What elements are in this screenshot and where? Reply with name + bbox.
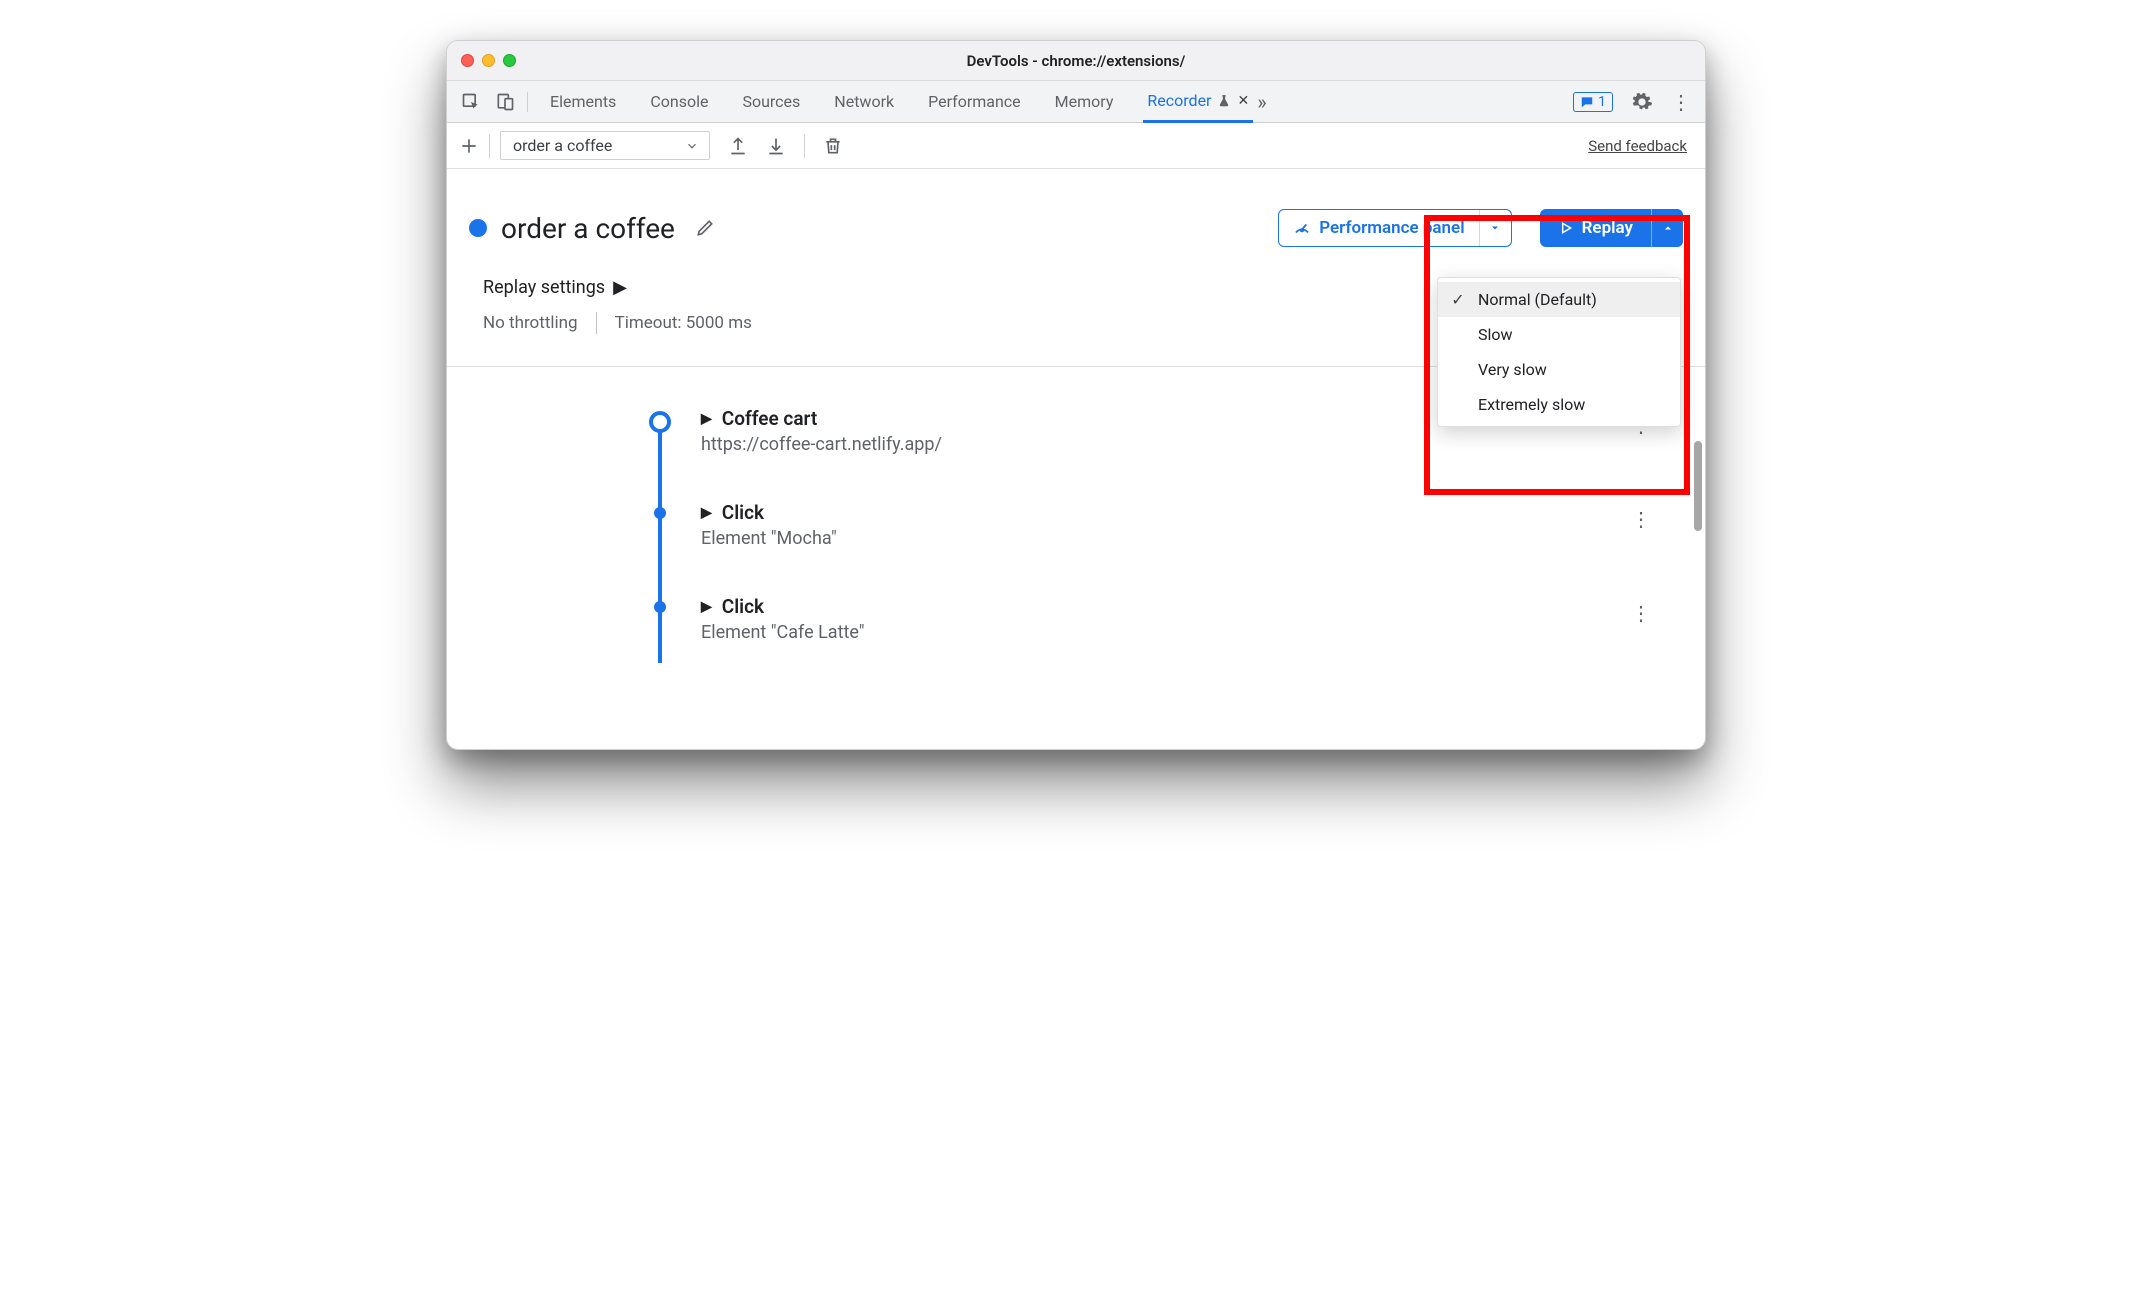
replay-speed-label: Extremely slow bbox=[1478, 395, 1585, 414]
expand-icon: ▶ bbox=[613, 277, 627, 298]
step-title: Click bbox=[722, 501, 764, 524]
tab-sources[interactable]: Sources bbox=[738, 81, 804, 122]
step-item[interactable]: ▶ Click Element "Cafe Latte" ⋮ bbox=[649, 595, 1643, 643]
issues-count: 1 bbox=[1598, 94, 1606, 110]
recording-header: order a coffee Performance panel Replay bbox=[447, 169, 1705, 277]
edit-name-icon[interactable] bbox=[695, 218, 715, 238]
send-feedback-link[interactable]: Send feedback bbox=[1588, 137, 1687, 155]
tab-console[interactable]: Console bbox=[646, 81, 712, 122]
titlebar: DevTools - chrome://extensions/ bbox=[447, 41, 1705, 81]
recorder-toolbar: order a coffee Send feedback bbox=[447, 123, 1705, 169]
expand-icon: ▶ bbox=[701, 599, 712, 615]
play-icon bbox=[1558, 220, 1574, 236]
step-marker bbox=[654, 601, 666, 613]
replay-speed-label: Very slow bbox=[1478, 360, 1547, 379]
more-icon[interactable]: ⋮ bbox=[1671, 90, 1691, 114]
import-icon[interactable] bbox=[766, 136, 786, 156]
performance-panel-button[interactable]: Performance panel bbox=[1278, 209, 1511, 247]
tab-elements[interactable]: Elements bbox=[546, 81, 620, 122]
replay-dropdown[interactable] bbox=[1651, 209, 1683, 247]
step-subtitle: Element "Mocha" bbox=[701, 528, 1643, 549]
performance-panel-dropdown[interactable] bbox=[1479, 210, 1511, 246]
performance-panel-label: Performance panel bbox=[1319, 218, 1464, 238]
step-marker bbox=[654, 507, 666, 519]
chevron-down-icon bbox=[685, 139, 699, 153]
replay-button[interactable]: Replay bbox=[1540, 209, 1683, 247]
step-item[interactable]: ▶ Click Element "Mocha" ⋮ bbox=[649, 501, 1643, 549]
recording-status-dot bbox=[469, 219, 487, 237]
replay-speed-menu: ✓ Normal (Default) Slow Very slow Extrem… bbox=[1437, 277, 1681, 427]
close-icon[interactable]: ✕ bbox=[1237, 93, 1249, 109]
step-more-icon[interactable]: ⋮ bbox=[1631, 507, 1651, 531]
devtools-window: DevTools - chrome://extensions/ Elements… bbox=[446, 40, 1706, 750]
replay-speed-label: Normal (Default) bbox=[1478, 290, 1597, 309]
recording-select-label: order a coffee bbox=[513, 136, 612, 155]
throttling-value: No throttling bbox=[483, 313, 578, 333]
delete-icon[interactable] bbox=[823, 136, 843, 156]
step-subtitle: https://coffee-cart.netlify.app/ bbox=[701, 434, 1643, 455]
replay-speed-option[interactable]: ✓ Normal (Default) bbox=[1438, 282, 1680, 317]
timeout-value: Timeout: 5000 ms bbox=[615, 313, 752, 333]
new-recording-icon[interactable] bbox=[459, 136, 479, 156]
recording-title: order a coffee bbox=[501, 212, 675, 245]
step-title: Click bbox=[722, 595, 764, 618]
export-icon[interactable] bbox=[728, 136, 748, 156]
tab-recorder[interactable]: Recorder ✕ bbox=[1143, 82, 1253, 123]
panel-tabs: Elements Console Sources Network Perform… bbox=[546, 81, 1253, 122]
experimental-icon bbox=[1217, 94, 1231, 108]
step-marker-start bbox=[649, 411, 671, 433]
scrollbar-thumb[interactable] bbox=[1694, 441, 1702, 531]
tab-memory[interactable]: Memory bbox=[1051, 81, 1118, 122]
expand-icon: ▶ bbox=[701, 505, 712, 521]
devtools-tabbar: Elements Console Sources Network Perform… bbox=[447, 81, 1705, 123]
replay-speed-option[interactable]: Slow bbox=[1438, 317, 1680, 352]
gear-icon[interactable] bbox=[1631, 91, 1653, 113]
device-toggle-icon[interactable] bbox=[495, 92, 515, 112]
replay-settings-label: Replay settings bbox=[483, 277, 605, 298]
window-title: DevTools - chrome://extensions/ bbox=[447, 52, 1705, 70]
expand-icon: ▶ bbox=[701, 411, 712, 427]
issues-button[interactable]: 1 bbox=[1573, 92, 1613, 112]
overflow-tabs-icon[interactable]: » bbox=[1257, 90, 1266, 114]
check-icon: ✓ bbox=[1450, 290, 1466, 309]
gauge-icon bbox=[1293, 219, 1311, 237]
step-title: Coffee cart bbox=[722, 407, 817, 430]
step-more-icon[interactable]: ⋮ bbox=[1631, 601, 1651, 625]
tab-performance[interactable]: Performance bbox=[924, 81, 1025, 122]
tab-network[interactable]: Network bbox=[830, 81, 898, 122]
step-subtitle: Element "Cafe Latte" bbox=[701, 622, 1643, 643]
recording-select[interactable]: order a coffee bbox=[500, 131, 710, 160]
replay-label: Replay bbox=[1582, 218, 1633, 238]
replay-speed-option[interactable]: Extremely slow bbox=[1438, 387, 1680, 422]
replay-speed-label: Slow bbox=[1478, 325, 1513, 344]
inspect-icon[interactable] bbox=[461, 92, 481, 112]
replay-speed-option[interactable]: Very slow bbox=[1438, 352, 1680, 387]
